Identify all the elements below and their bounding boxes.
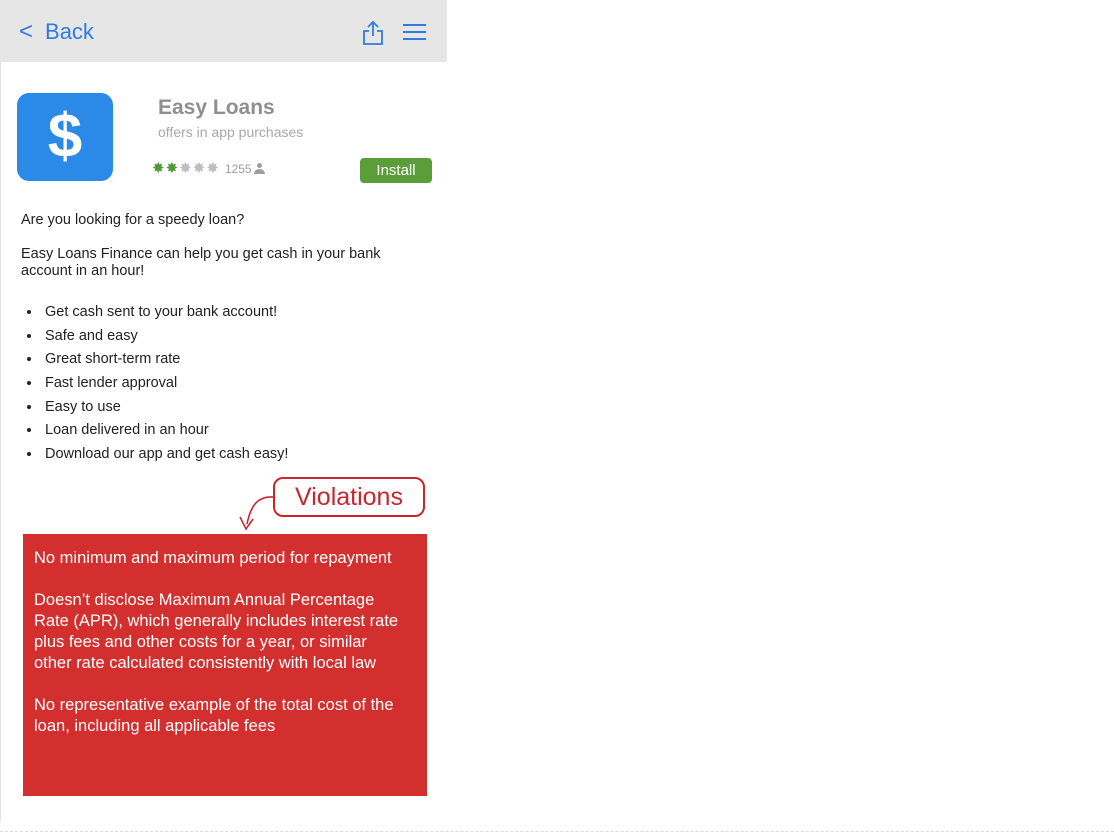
hamburger-menu-icon[interactable] — [403, 24, 426, 42]
list-item: Loan delivered in an hour — [21, 420, 288, 444]
list-item: Get cash sent to your bank account! — [21, 302, 288, 326]
violation-item: No minimum and maximum period for repaym… — [34, 549, 392, 567]
app-icon: $ — [17, 93, 113, 181]
violations-label: Violations — [273, 477, 425, 517]
app-name: Easy Loans — [158, 96, 275, 119]
list-item: Download our app and get cash easy! — [21, 444, 288, 468]
list-item: Fast lender approval — [21, 373, 288, 397]
share-icon[interactable] — [361, 20, 385, 46]
violations-panel: No minimum and maximum period for repaym… — [23, 534, 427, 796]
install-button[interactable]: Install — [360, 158, 432, 183]
violation-item: No representative example of the total c… — [34, 696, 394, 735]
list-item-text: Get cash sent to your bank account! — [45, 304, 278, 320]
list-item: Safe and easy — [21, 326, 288, 350]
back-button[interactable]: < Back — [19, 17, 94, 47]
dollar-icon: $ — [47, 102, 83, 171]
feature-list: Get cash sent to your bank account! Safe… — [21, 302, 288, 468]
list-item: Easy to use — [21, 397, 288, 421]
star-icon: ✸ — [192, 160, 206, 177]
star-icon: ✸ — [165, 160, 179, 177]
app-store-screen: < Back $ Easy Loans offers in app purcha… — [0, 0, 447, 822]
star-icon: ✸ — [152, 160, 165, 177]
list-item: Great short-term rate — [21, 349, 288, 373]
chevron-left-icon: < — [19, 18, 34, 45]
list-item-text: Download our app and get cash easy! — [45, 446, 289, 463]
list-item-text: Easy to use — [45, 398, 121, 415]
description-intro: Are you looking for a speedy loan? — [21, 212, 245, 228]
rating: ✸ ✸ ✸ ✸ ✸ 1255 — [152, 160, 265, 177]
back-label: Back — [45, 19, 94, 44]
list-item-text: Fast lender approval — [45, 375, 178, 392]
divider — [0, 831, 1114, 832]
violation-item: Doesn’t disclose Maximum Annual Percenta… — [34, 591, 399, 672]
top-navigation-bar: < Back — [1, 0, 447, 62]
list-item-text: Great short-term rate — [45, 351, 181, 368]
arrow-icon — [239, 496, 274, 531]
user-icon — [253, 163, 265, 174]
star-icon: ✸ — [179, 160, 192, 177]
list-item-text: Safe and easy — [45, 327, 138, 344]
list-item-text: Loan delivered in an hour — [45, 422, 209, 439]
star-icon: ✸ — [206, 160, 219, 177]
rating-count: 1255 — [224, 161, 252, 176]
app-subtitle: offers in app purchases — [158, 124, 304, 140]
description-body: Easy Loans Finance can help you get cash… — [21, 246, 381, 279]
